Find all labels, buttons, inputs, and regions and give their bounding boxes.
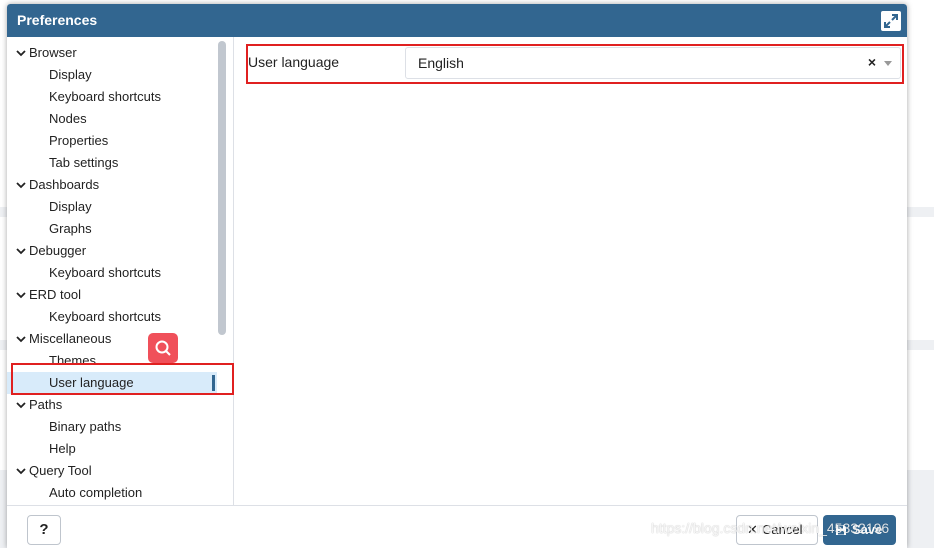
chevron-down-icon[interactable] — [15, 284, 27, 306]
tree-item[interactable]: Binary paths — [7, 416, 217, 438]
tree-item-label: Graphs — [49, 221, 92, 236]
chevron-down-icon[interactable] — [15, 460, 27, 482]
tree-item-label: Keyboard shortcuts — [49, 309, 162, 324]
tree-scrollbar[interactable] — [218, 41, 226, 335]
chevron-down-icon[interactable] — [15, 394, 27, 416]
tree-group[interactable]: ERD tool — [7, 284, 217, 306]
chevron-down-icon[interactable] — [15, 42, 27, 64]
tree-item[interactable]: Properties — [7, 130, 217, 152]
save-icon — [836, 525, 846, 535]
tree-item-label: Keyboard shortcuts — [49, 89, 162, 104]
preferences-content: User language English × — [234, 37, 907, 505]
save-label: Save — [852, 522, 883, 537]
tree-group-label: Miscellaneous — [29, 331, 112, 346]
tree-item[interactable]: Keyboard shortcuts — [7, 306, 217, 328]
tree-item[interactable]: Graphs — [7, 218, 217, 240]
tree-item[interactable]: Keyboard shortcuts — [7, 262, 217, 284]
tree-group[interactable]: Query Tool — [7, 460, 217, 482]
tree-group[interactable]: Debugger — [7, 240, 217, 262]
tree-group[interactable]: Miscellaneous — [7, 328, 217, 350]
tree-item-label: Binary paths — [49, 419, 122, 434]
save-button[interactable]: Save — [823, 515, 896, 545]
search-button[interactable] — [148, 333, 178, 363]
tree-group[interactable]: Paths — [7, 394, 217, 416]
maximize-button[interactable] — [881, 11, 901, 31]
dialog-titlebar: Preferences — [7, 4, 907, 37]
tree-group-label: Browser — [29, 45, 77, 60]
tree-group[interactable]: Dashboards — [7, 174, 217, 196]
tree-item[interactable]: Keyboard shortcuts — [7, 86, 217, 108]
help-button[interactable]: ? — [27, 515, 61, 545]
tree-item-label: Keyboard shortcuts — [49, 265, 162, 280]
tree-item[interactable]: Display — [7, 196, 217, 218]
tree-item[interactable]: Display — [7, 64, 217, 86]
tree-item-label: Display — [49, 67, 92, 82]
chevron-down-icon[interactable] — [15, 328, 27, 350]
tree-group-label: ERD tool — [29, 287, 82, 302]
dialog-title: Preferences — [17, 12, 98, 28]
tree-group[interactable]: Browser — [7, 42, 217, 64]
annotation-box-tree-item — [11, 363, 234, 395]
tree-item[interactable]: Help — [7, 438, 217, 460]
chevron-down-icon[interactable] — [15, 174, 27, 196]
tree-group-label: Dashboards — [29, 177, 100, 192]
cancel-label: Cancel — [762, 522, 803, 537]
maximize-icon — [884, 14, 898, 28]
preferences-dialog: Preferences Browser Display Keyboard short… — [7, 4, 907, 548]
tree-item-label: Properties — [49, 133, 109, 148]
tree-item-label: Help — [49, 441, 76, 456]
close-icon: ✕ — [747, 522, 758, 537]
dialog-footer: ? ✕ Cancel Save — [7, 505, 907, 548]
tree-group-label: Debugger — [29, 243, 87, 258]
chevron-down-icon[interactable] — [15, 240, 27, 262]
annotation-box-field — [246, 44, 904, 84]
tree-item-label: Display — [49, 199, 92, 214]
tree-item[interactable]: Nodes — [7, 108, 217, 130]
tree-item-label: Nodes — [49, 111, 87, 126]
cancel-button[interactable]: ✕ Cancel — [736, 515, 818, 545]
tree-item[interactable]: Auto completion — [7, 482, 217, 504]
tree-item[interactable]: Tab settings — [7, 152, 217, 174]
preferences-tree: Browser Display Keyboard shortcuts Nodes Pro… — [7, 37, 234, 505]
tree-item-label: Auto completion — [49, 485, 143, 500]
tree-group-label: Query Tool — [29, 463, 92, 478]
search-icon — [155, 340, 171, 356]
tree-group-label: Paths — [29, 397, 63, 412]
tree-item-label: Tab settings — [49, 155, 119, 170]
